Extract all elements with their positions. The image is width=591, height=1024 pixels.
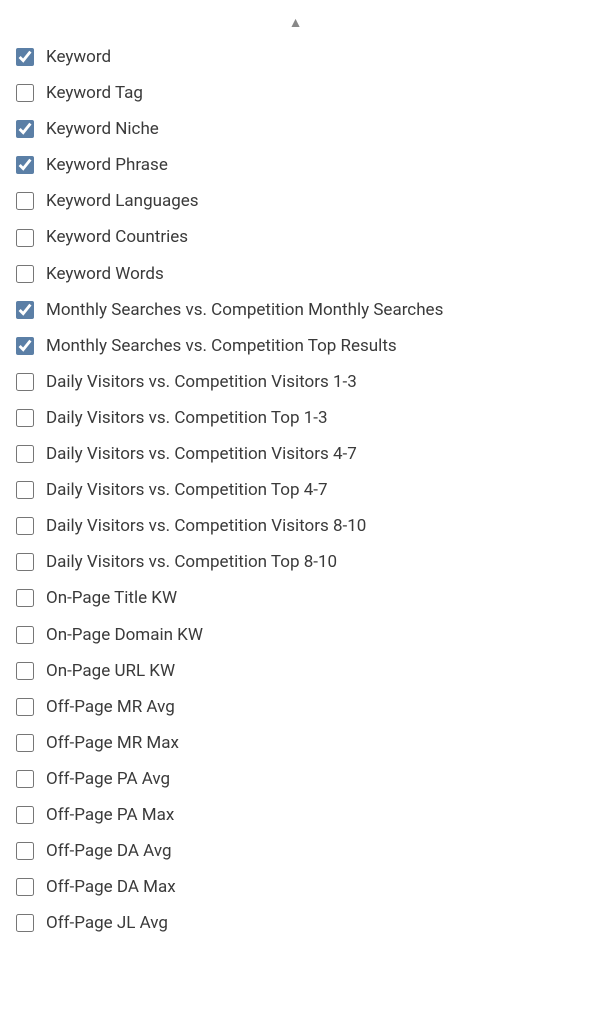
checkbox-list: Keyword Keyword Tag Keyword Niche Keyword P… [0, 39, 591, 941]
checkbox-item-daily-visitors-competition-top-8-10[interactable]: Daily Visitors vs. Competition Top 8-10 [12, 544, 579, 580]
checkbox-item-off-page-da-avg[interactable]: Off-Page DA Avg [12, 833, 579, 869]
checkbox-item-keyword-niche[interactable]: Keyword Niche [12, 111, 579, 147]
label-on-page-domain-kw[interactable]: On-Page Domain KW [46, 624, 203, 646]
label-monthly-searches-competition-monthly[interactable]: Monthly Searches vs. Competition Monthly… [46, 299, 443, 321]
label-off-page-da-max[interactable]: Off-Page DA Max [46, 876, 176, 898]
checkbox-off-page-pa-avg[interactable] [16, 770, 34, 788]
checkbox-item-off-page-mr-avg[interactable]: Off-Page MR Avg [12, 689, 579, 725]
checkbox-off-page-da-avg[interactable] [16, 842, 34, 860]
checkbox-daily-visitors-competition-visitors-4-7[interactable] [16, 445, 34, 463]
checkbox-item-daily-visitors-competition-visitors-4-7[interactable]: Daily Visitors vs. Competition Visitors … [12, 436, 579, 472]
checkbox-off-page-jl-avg[interactable] [16, 914, 34, 932]
checkbox-item-keyword[interactable]: Keyword [12, 39, 579, 75]
label-monthly-searches-competition-top[interactable]: Monthly Searches vs. Competition Top Res… [46, 335, 397, 357]
top-arrow-indicator [0, 10, 591, 39]
checkbox-item-off-page-da-max[interactable]: Off-Page DA Max [12, 869, 579, 905]
label-off-page-mr-avg[interactable]: Off-Page MR Avg [46, 696, 175, 718]
label-keyword-languages[interactable]: Keyword Languages [46, 190, 199, 212]
label-keyword-countries[interactable]: Keyword Countries [46, 226, 188, 248]
checkbox-item-daily-visitors-competition-visitors-8-10[interactable]: Daily Visitors vs. Competition Visitors … [12, 508, 579, 544]
checkbox-item-keyword-tag[interactable]: Keyword Tag [12, 75, 579, 111]
label-keyword-words[interactable]: Keyword Words [46, 263, 164, 285]
checkbox-item-monthly-searches-competition-top[interactable]: Monthly Searches vs. Competition Top Res… [12, 328, 579, 364]
checkbox-keyword-languages[interactable] [16, 192, 34, 210]
checkbox-monthly-searches-competition-top[interactable] [16, 337, 34, 355]
checkbox-item-daily-visitors-competition-top-1-3[interactable]: Daily Visitors vs. Competition Top 1-3 [12, 400, 579, 436]
checkbox-off-page-pa-max[interactable] [16, 806, 34, 824]
checkbox-keyword-phrase[interactable] [16, 156, 34, 174]
label-daily-visitors-competition-top-1-3[interactable]: Daily Visitors vs. Competition Top 1-3 [46, 407, 328, 429]
checkbox-item-off-page-pa-max[interactable]: Off-Page PA Max [12, 797, 579, 833]
label-keyword[interactable]: Keyword [46, 46, 111, 68]
label-keyword-phrase[interactable]: Keyword Phrase [46, 154, 168, 176]
label-daily-visitors-competition-top-4-7[interactable]: Daily Visitors vs. Competition Top 4-7 [46, 479, 328, 501]
checkbox-item-keyword-words[interactable]: Keyword Words [12, 256, 579, 292]
label-keyword-tag[interactable]: Keyword Tag [46, 82, 143, 104]
checkbox-keyword-niche[interactable] [16, 120, 34, 138]
checkbox-daily-visitors-competition-top-8-10[interactable] [16, 553, 34, 571]
checkbox-item-off-page-jl-avg[interactable]: Off-Page JL Avg [12, 905, 579, 941]
label-off-page-mr-max[interactable]: Off-Page MR Max [46, 732, 179, 754]
label-off-page-pa-avg[interactable]: Off-Page PA Avg [46, 768, 170, 790]
checkbox-keyword-words[interactable] [16, 265, 34, 283]
checkbox-item-keyword-languages[interactable]: Keyword Languages [12, 183, 579, 219]
label-on-page-title-kw[interactable]: On-Page Title KW [46, 587, 177, 609]
label-keyword-niche[interactable]: Keyword Niche [46, 118, 159, 140]
checkbox-item-on-page-title-kw[interactable]: On-Page Title KW [12, 580, 579, 616]
checkbox-item-off-page-mr-max[interactable]: Off-Page MR Max [12, 725, 579, 761]
checkbox-off-page-da-max[interactable] [16, 878, 34, 896]
checkbox-keyword[interactable] [16, 48, 34, 66]
checkbox-item-on-page-domain-kw[interactable]: On-Page Domain KW [12, 617, 579, 653]
label-daily-visitors-competition-visitors-4-7[interactable]: Daily Visitors vs. Competition Visitors … [46, 443, 357, 465]
checkbox-keyword-tag[interactable] [16, 84, 34, 102]
label-daily-visitors-competition-top-8-10[interactable]: Daily Visitors vs. Competition Top 8-10 [46, 551, 337, 573]
checkbox-item-off-page-pa-avg[interactable]: Off-Page PA Avg [12, 761, 579, 797]
checkbox-daily-visitors-competition-visitors-1-3[interactable] [16, 373, 34, 391]
label-off-page-pa-max[interactable]: Off-Page PA Max [46, 804, 174, 826]
checkbox-monthly-searches-competition-monthly[interactable] [16, 301, 34, 319]
checkbox-daily-visitors-competition-top-4-7[interactable] [16, 481, 34, 499]
checkbox-keyword-countries[interactable] [16, 229, 34, 247]
checkbox-item-daily-visitors-competition-visitors-1-3[interactable]: Daily Visitors vs. Competition Visitors … [12, 364, 579, 400]
label-daily-visitors-competition-visitors-8-10[interactable]: Daily Visitors vs. Competition Visitors … [46, 515, 366, 537]
checkbox-on-page-domain-kw[interactable] [16, 626, 34, 644]
checkbox-item-monthly-searches-competition-monthly[interactable]: Monthly Searches vs. Competition Monthly… [12, 292, 579, 328]
label-daily-visitors-competition-visitors-1-3[interactable]: Daily Visitors vs. Competition Visitors … [46, 371, 357, 393]
checkbox-item-keyword-countries[interactable]: Keyword Countries [12, 219, 579, 255]
checkbox-item-keyword-phrase[interactable]: Keyword Phrase [12, 147, 579, 183]
label-on-page-url-kw[interactable]: On-Page URL KW [46, 660, 175, 682]
label-off-page-jl-avg[interactable]: Off-Page JL Avg [46, 912, 168, 934]
checkbox-off-page-mr-avg[interactable] [16, 698, 34, 716]
checkbox-item-on-page-url-kw[interactable]: On-Page URL KW [12, 653, 579, 689]
label-off-page-da-avg[interactable]: Off-Page DA Avg [46, 840, 172, 862]
checkbox-on-page-title-kw[interactable] [16, 589, 34, 607]
checkbox-off-page-mr-max[interactable] [16, 734, 34, 752]
checkbox-daily-visitors-competition-visitors-8-10[interactable] [16, 517, 34, 535]
checkbox-daily-visitors-competition-top-1-3[interactable] [16, 409, 34, 427]
checkbox-on-page-url-kw[interactable] [16, 662, 34, 680]
checkbox-item-daily-visitors-competition-top-4-7[interactable]: Daily Visitors vs. Competition Top 4-7 [12, 472, 579, 508]
